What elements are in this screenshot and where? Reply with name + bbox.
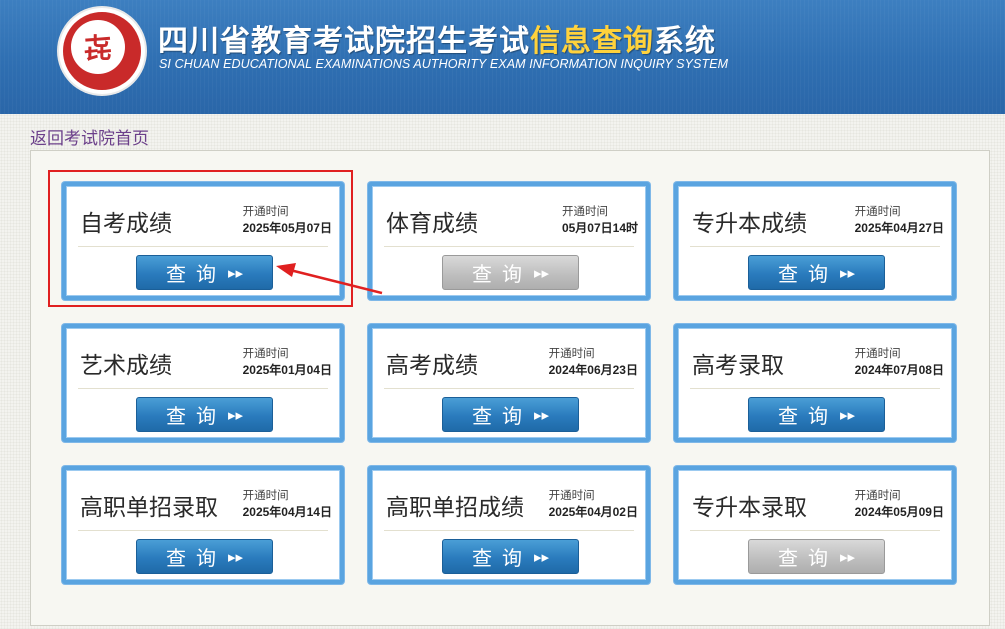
site-title-part2: 系统 <box>654 24 716 59</box>
double-chevron-right-icon: ▸▸ <box>533 547 550 566</box>
card-divider <box>384 530 634 531</box>
card-title: 专升本成绩 <box>692 211 807 237</box>
query-button[interactable]: 查询 ▸▸ <box>136 397 273 432</box>
card-open-time: 开通时间 2025年04月02日 <box>549 488 638 520</box>
card-open-time: 开通时间 2024年05月09日 <box>855 488 944 520</box>
card-divider <box>384 246 634 247</box>
query-button-label: 查询 <box>471 404 532 428</box>
query-button-label: 查询 <box>471 262 532 286</box>
double-chevron-right-icon: ▸▸ <box>227 547 244 566</box>
card-divider <box>384 388 634 389</box>
card-title: 高职单招成绩 <box>386 495 524 521</box>
query-button-label: 查询 <box>777 546 838 570</box>
open-time-label: 开通时间 <box>854 348 901 360</box>
site-title-part1: 四川省教育考试院招生考试 <box>158 24 530 59</box>
card-divider <box>78 388 328 389</box>
card-title: 高考录取 <box>692 353 784 379</box>
query-card: 专升本录取 开通时间 2024年05月09日查询 ▸▸ <box>674 466 956 584</box>
query-button[interactable]: 查询 ▸▸ <box>748 255 885 290</box>
card-title: 高考成绩 <box>386 353 478 379</box>
card-divider <box>690 246 940 247</box>
query-button-label: 查询 <box>777 404 838 428</box>
open-time-date: 2025年04月14日 <box>242 505 332 519</box>
card-title: 高职单招录取 <box>80 495 218 521</box>
open-time-date: 2024年06月23日 <box>548 363 638 377</box>
query-button[interactable]: 查询 ▸▸ <box>442 539 579 574</box>
open-time-date: 2025年04月02日 <box>548 505 638 519</box>
query-button[interactable]: 查询 ▸▸ <box>748 539 885 574</box>
card-title: 体育成绩 <box>386 211 478 237</box>
query-button-label: 查询 <box>777 262 838 286</box>
site-title-highlight: 信息查询 <box>530 24 654 59</box>
double-chevron-right-icon: ▸▸ <box>839 547 856 566</box>
double-chevron-right-icon: ▸▸ <box>839 263 856 282</box>
query-card: 高考成绩 开通时间 2024年06月23日查询 ▸▸ <box>368 324 650 442</box>
query-button[interactable]: 查询 ▸▸ <box>136 539 273 574</box>
card-open-time: 开通时间 2025年04月27日 <box>855 204 944 236</box>
open-time-label: 开通时间 <box>854 490 901 502</box>
logo-glyph: 㐂 <box>83 32 112 65</box>
open-time-label: 开通时间 <box>242 348 289 360</box>
card-open-time: 开通时间 2024年06月23日 <box>549 346 638 378</box>
query-card: 高职单招成绩 开通时间 2025年04月02日查询 ▸▸ <box>368 466 650 584</box>
query-button-label: 查询 <box>471 546 532 570</box>
card-open-time: 开通时间 2024年07月08日 <box>855 346 944 378</box>
open-time-label: 开通时间 <box>548 348 595 360</box>
query-card: 体育成绩 开通时间 05月07日14时查询 ▸▸ <box>368 182 650 300</box>
double-chevron-right-icon: ▸▸ <box>533 405 550 424</box>
card-title: 专升本录取 <box>692 495 807 521</box>
double-chevron-right-icon: ▸▸ <box>839 405 856 424</box>
card-open-time: 开通时间 05月07日14时 <box>562 204 638 236</box>
open-time-date: 2024年07月08日 <box>854 363 944 377</box>
open-time-label: 开通时间 <box>561 206 608 218</box>
open-time-date: 05月07日14时 <box>561 221 638 235</box>
logo-seal-center: 㐂 <box>71 20 125 74</box>
query-card: 高考录取 开通时间 2024年07月08日查询 ▸▸ <box>674 324 956 442</box>
site-header: 㐂 四川省教育考试院招生考试信息查询系统 SI CHUAN EDUCATIONA… <box>0 0 1005 114</box>
query-button[interactable]: 查询 ▸▸ <box>442 397 579 432</box>
institution-logo: 㐂 <box>59 8 145 94</box>
double-chevron-right-icon: ▸▸ <box>533 263 550 282</box>
query-button-label: 查询 <box>165 404 226 428</box>
card-divider <box>690 388 940 389</box>
open-time-date: 2025年04月27日 <box>854 221 944 235</box>
open-time-date: 2024年05月09日 <box>854 505 944 519</box>
card-open-time: 开通时间 2025年01月04日 <box>243 346 332 378</box>
card-open-time: 开通时间 2025年04月14日 <box>243 488 332 520</box>
annotation-arrow-icon <box>276 263 383 295</box>
open-time-date: 2025年01月04日 <box>242 363 332 377</box>
double-chevron-right-icon: ▸▸ <box>227 405 244 424</box>
back-to-homepage-link[interactable]: 返回考试院首页 <box>30 124 149 149</box>
site-title: 四川省教育考试院招生考试信息查询系统 <box>158 16 716 60</box>
query-card: 艺术成绩 开通时间 2025年01月04日查询 ▸▸ <box>62 324 344 442</box>
query-button[interactable]: 查询 ▸▸ <box>748 397 885 432</box>
query-card: 专升本成绩 开通时间 2025年04月27日查询 ▸▸ <box>674 182 956 300</box>
card-divider <box>78 530 328 531</box>
card-divider <box>690 530 940 531</box>
card-title: 艺术成绩 <box>80 353 172 379</box>
site-subtitle-en: SI CHUAN EDUCATIONAL EXAMINATIONS AUTHOR… <box>159 57 729 71</box>
query-card: 高职单招录取 开通时间 2025年04月14日查询 ▸▸ <box>62 466 344 584</box>
open-time-label: 开通时间 <box>854 206 901 218</box>
query-button-label: 查询 <box>165 546 226 570</box>
query-button[interactable]: 查询 ▸▸ <box>442 255 579 290</box>
open-time-label: 开通时间 <box>242 490 289 502</box>
open-time-label: 开通时间 <box>548 490 595 502</box>
